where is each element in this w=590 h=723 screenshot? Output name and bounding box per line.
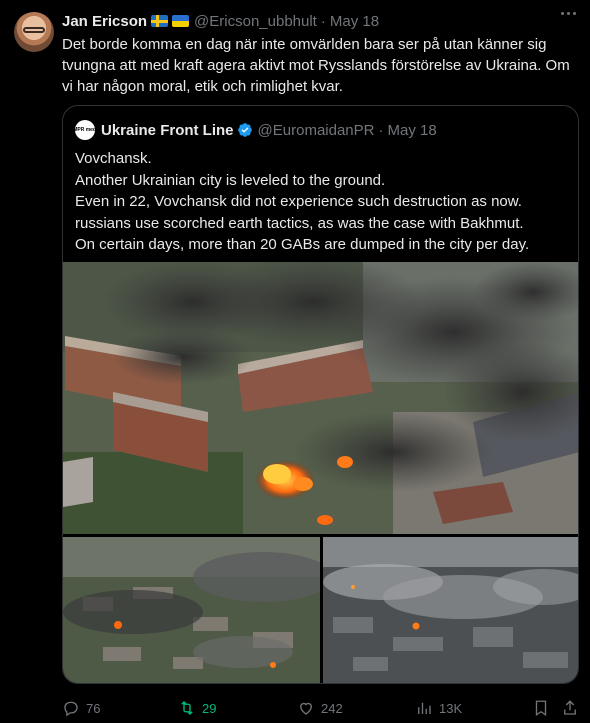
tweet-date[interactable]: May 18: [330, 13, 379, 30]
quoted-header: EMPR media Ukraine Front Line @Euromaida…: [70, 120, 437, 140]
quoted-text-line: Even in 22, Vovchansk did not experience…: [75, 193, 522, 210]
quoted-avatar[interactable]: EMPR media: [70, 120, 100, 140]
share-button[interactable]: [561, 697, 579, 719]
author-name[interactable]: Jan Ericson: [62, 13, 147, 30]
reply-count: 76: [86, 700, 101, 716]
reply-icon: [64, 701, 78, 717]
like-button[interactable]: 242: [297, 697, 343, 719]
quoted-tweet[interactable]: EMPR media Ukraine Front Line @Euromaida…: [62, 105, 579, 684]
ukraine-flag-icon: [172, 15, 190, 27]
bookmark-button[interactable]: [532, 697, 550, 719]
retweet-button[interactable]: 29: [178, 697, 216, 719]
heart-icon: [300, 702, 312, 715]
quoted-author-name[interactable]: Ukraine Front Line: [101, 122, 234, 139]
more-options-icon[interactable]: [561, 12, 576, 15]
separator: ·: [320, 12, 326, 30]
retweet-icon: [181, 701, 193, 715]
quoted-date[interactable]: May 18: [387, 122, 436, 139]
verified-badge-icon: [237, 123, 252, 137]
retweet-count: 29: [202, 700, 217, 716]
like-count: 242: [321, 700, 343, 716]
tweet-text: Det borde komma en dag när inte omvärlde…: [62, 36, 570, 95]
quoted-text-line: Another Ukrainian city is leveled to the…: [75, 171, 386, 189]
sweden-flag-icon: [151, 15, 169, 27]
share-icon: [564, 700, 576, 715]
quoted-author-handle[interactable]: @EuromaidanPR: [258, 122, 375, 139]
separator: ·: [378, 121, 384, 139]
views-button[interactable]: 13K: [415, 697, 462, 719]
photo-aerial-city-left[interactable]: [63, 537, 320, 683]
action-bar: 76 29 242 13K: [62, 697, 579, 719]
views-chart-icon: [418, 702, 431, 714]
media-grid: [63, 262, 578, 683]
quoted-text-line: On certain days, more than 20 GABs are d…: [75, 236, 530, 253]
bookmark-icon: [535, 700, 547, 717]
view-count: 13K: [439, 700, 463, 716]
author-handle[interactable]: @Ericson_ubbhult: [194, 13, 317, 30]
photo-aerial-city-right[interactable]: [323, 537, 578, 683]
photo-destroyed-buildings[interactable]: [63, 262, 578, 534]
quoted-text-line: Vovchansk.: [75, 150, 152, 167]
tweet[interactable]: Jan Ericson @Ericson_ubbhult · May 18 De…: [0, 0, 590, 723]
tweet-header: Jan Ericson @Ericson_ubbhult · May 18: [62, 11, 379, 31]
quoted-text: Vovchansk. Another Ukrainian city is lev…: [75, 148, 570, 256]
reply-button[interactable]: 76: [62, 697, 100, 719]
quoted-text-line: russians use scorched earth tactics, as …: [75, 214, 524, 232]
avatar[interactable]: [14, 12, 54, 52]
